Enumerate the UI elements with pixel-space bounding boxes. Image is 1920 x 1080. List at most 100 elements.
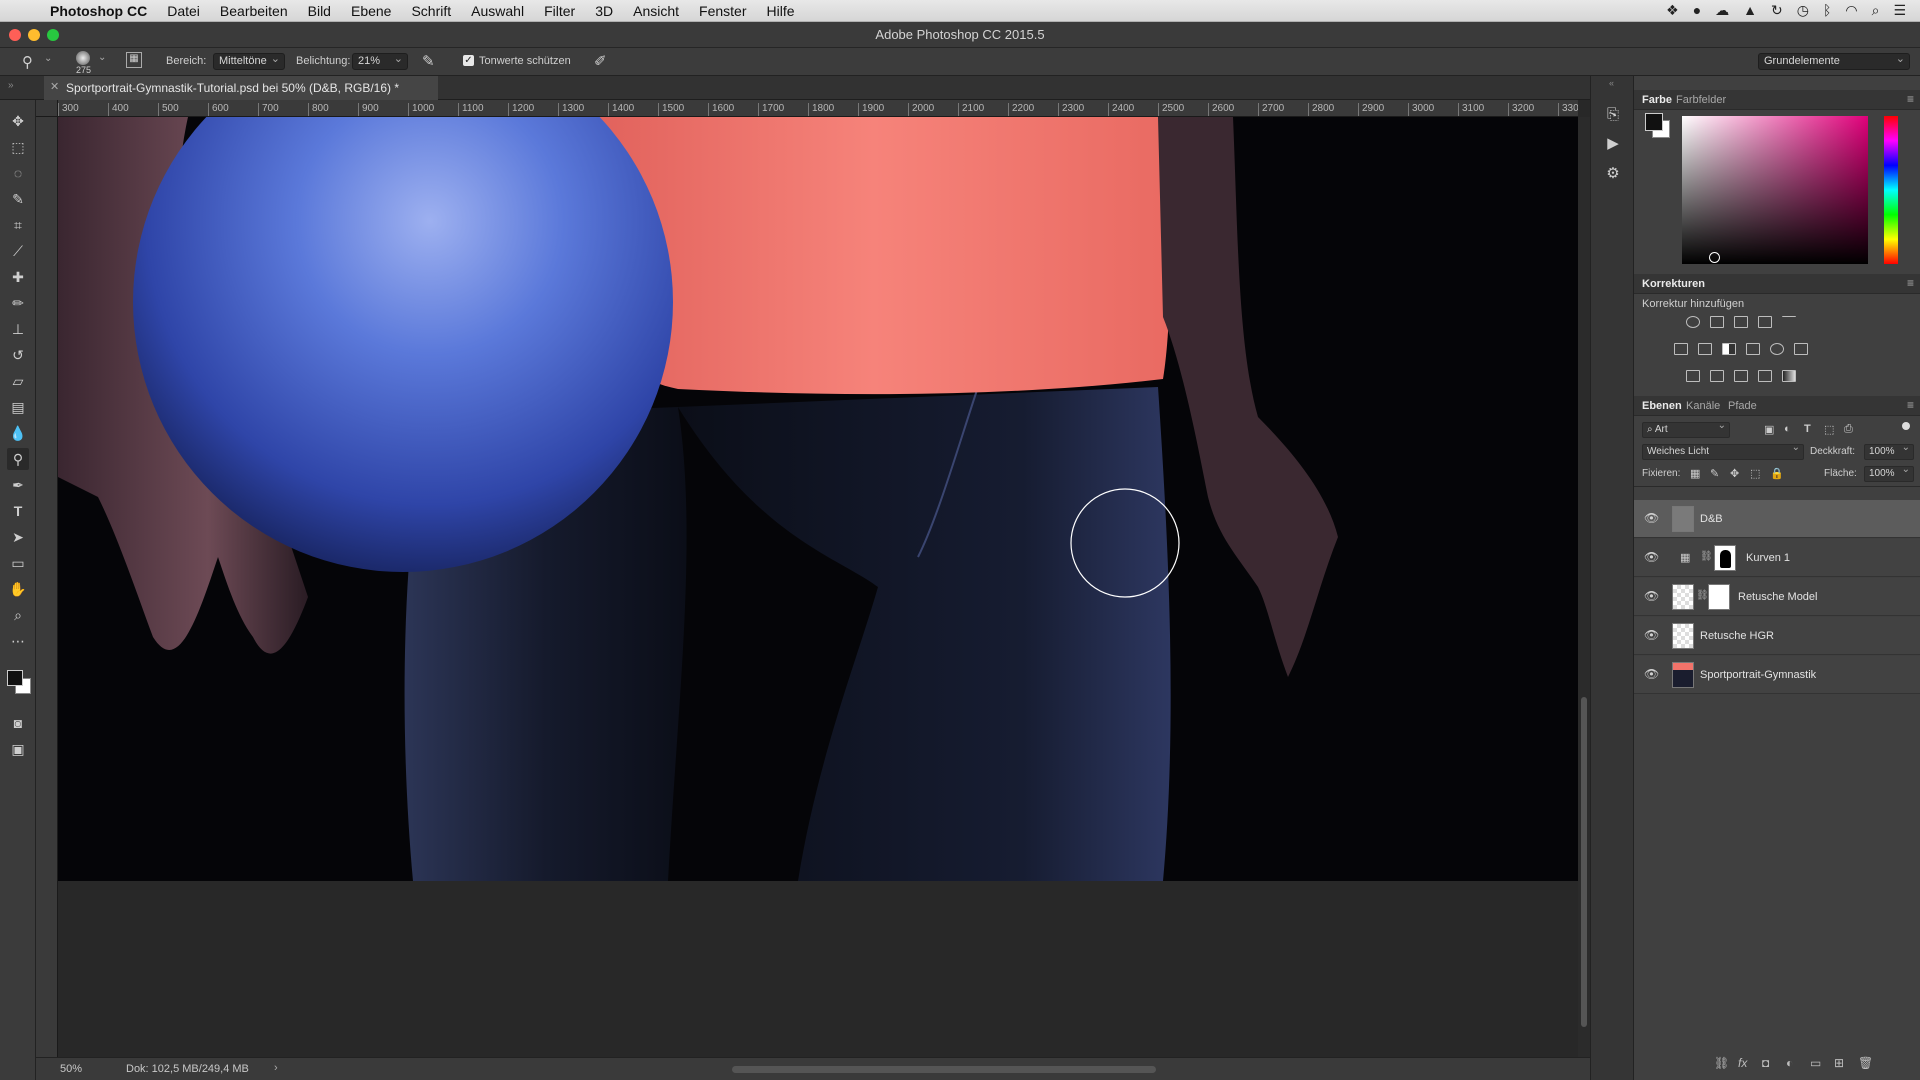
color-balance-icon[interactable]: [1698, 343, 1712, 355]
layer-row-sportportrait[interactable]: 👁 Sportportrait-Gymnastik: [1634, 656, 1920, 694]
opacity-input[interactable]: 100%: [1864, 442, 1914, 460]
filter-pixel-icon[interactable]: ▣: [1764, 423, 1774, 436]
hue-saturation-icon[interactable]: [1674, 343, 1688, 355]
layer-style-fx-icon[interactable]: fx: [1738, 1056, 1747, 1070]
menu-3d[interactable]: 3D: [585, 3, 623, 19]
levels-icon[interactable]: [1710, 316, 1724, 328]
fill-input[interactable]: 100%: [1864, 464, 1914, 482]
menu-ansicht[interactable]: Ansicht: [623, 3, 689, 19]
eyedropper-tool-icon[interactable]: ⟋: [7, 240, 29, 262]
tab-farbe[interactable]: Farbe: [1642, 94, 1672, 106]
workspace-select[interactable]: Grundelemente: [1758, 52, 1910, 70]
menu-bild[interactable]: Bild: [298, 3, 341, 19]
panel-menu-icon[interactable]: ≡: [1907, 276, 1914, 290]
color-picker-marker[interactable]: [1709, 252, 1720, 263]
lasso-tool-icon[interactable]: ◌: [7, 162, 29, 184]
lock-all-icon[interactable]: 🔒: [1770, 467, 1784, 480]
pen-tool-icon[interactable]: ✒: [7, 474, 29, 496]
menu-filter[interactable]: Filter: [534, 3, 585, 19]
menu-bearbeiten[interactable]: Bearbeiten: [210, 3, 298, 19]
blur-tool-icon[interactable]: 💧: [7, 422, 29, 444]
link-layers-icon[interactable]: ⛓: [1714, 1056, 1729, 1070]
color-lookup-icon[interactable]: [1794, 343, 1808, 355]
dropbox-icon[interactable]: ❖: [1666, 2, 1679, 19]
curves-icon[interactable]: [1734, 316, 1748, 328]
filter-adjustment-icon[interactable]: ◐: [1784, 423, 1791, 435]
tab-pfade[interactable]: Pfade: [1728, 400, 1757, 412]
gradient-tool-icon[interactable]: ▤: [7, 396, 29, 418]
creative-cloud-icon[interactable]: ☁: [1715, 2, 1729, 19]
healing-brush-tool-icon[interactable]: ✚: [7, 266, 29, 288]
new-group-folder-icon[interactable]: ▭: [1810, 1056, 1821, 1070]
dodge-tool-preset-icon[interactable]: ⚲: [22, 53, 33, 71]
quick-selection-tool-icon[interactable]: ✎: [7, 188, 29, 210]
adjustments-title[interactable]: Korrekturen: [1642, 278, 1705, 290]
panel-collapse-icon[interactable]: »: [8, 80, 14, 91]
eraser-tool-icon[interactable]: ▱: [7, 370, 29, 392]
layer-mask-thumbnail[interactable]: [1714, 545, 1736, 571]
properties-panel-icon[interactable]: ⚙: [1602, 164, 1624, 186]
black-white-icon[interactable]: [1722, 343, 1736, 355]
horizontal-ruler[interactable]: 300 400 500 600 700 800 900 1000 1100 1200 1300 140…: [58, 100, 1578, 117]
vertical-ruler[interactable]: [36, 117, 58, 1057]
filter-toggle-icon[interactable]: [1902, 422, 1910, 430]
lock-transparency-icon[interactable]: ▦: [1690, 467, 1700, 480]
visibility-eye-icon[interactable]: 👁: [1644, 628, 1659, 642]
document-tab[interactable]: ✕ Sportportrait-Gymnastik-Tutorial.psd b…: [44, 76, 438, 100]
filter-type-icon[interactable]: T: [1804, 423, 1811, 435]
layer-mask-thumbnail[interactable]: [1708, 584, 1730, 610]
zoom-level[interactable]: 50%: [60, 1063, 82, 1075]
color-field[interactable]: [1682, 116, 1868, 264]
dodge-tool-icon[interactable]: ⚲: [7, 448, 29, 470]
rectangle-tool-icon[interactable]: ▭: [7, 552, 29, 574]
menu-fenster[interactable]: Fenster: [689, 3, 756, 19]
visibility-eye-icon[interactable]: 👁: [1644, 589, 1659, 603]
filter-smart-object-icon[interactable]: ⎙: [1844, 423, 1853, 436]
time-machine-icon[interactable]: ◷: [1797, 2, 1809, 19]
layer-row-retusche-hgr[interactable]: 👁 Retusche HGR: [1634, 617, 1920, 655]
move-tool-icon[interactable]: ✥: [7, 110, 29, 132]
tab-farbfelder[interactable]: Farbfelder: [1676, 94, 1726, 106]
document-image[interactable]: [58, 117, 1578, 881]
visibility-eye-icon[interactable]: 👁: [1644, 667, 1659, 681]
panel-menu-icon[interactable]: ≡: [1907, 92, 1914, 106]
horizontal-scrollbar[interactable]: [732, 1066, 1156, 1073]
clone-stamp-tool-icon[interactable]: ⊥: [7, 318, 29, 340]
lock-pixels-icon[interactable]: ✎: [1710, 467, 1719, 480]
chevron-down-icon[interactable]: ⌄: [98, 52, 106, 63]
link-chain-icon[interactable]: ⛓: [1696, 590, 1709, 601]
photo-filter-icon[interactable]: [1746, 343, 1760, 355]
delete-layer-trash-icon[interactable]: 🗑: [1858, 1056, 1873, 1070]
path-selection-tool-icon[interactable]: ➤: [7, 526, 29, 548]
brush-tool-icon[interactable]: ✏: [7, 292, 29, 314]
brightness-contrast-icon[interactable]: [1686, 316, 1700, 328]
canvas-area[interactable]: [58, 117, 1578, 1057]
selective-color-icon[interactable]: [1758, 370, 1772, 382]
menu-datei[interactable]: Datei: [157, 3, 210, 19]
exposure-icon[interactable]: [1758, 316, 1772, 328]
notification-center-icon[interactable]: ☰: [1893, 2, 1906, 19]
screen-mode-icon[interactable]: ▣: [7, 738, 29, 760]
menu-hilfe[interactable]: Hilfe: [757, 3, 805, 19]
tab-kanaele[interactable]: Kanäle: [1686, 400, 1720, 412]
menu-auswahl[interactable]: Auswahl: [461, 3, 534, 19]
layer-row-kurven-1[interactable]: 👁 ▦ ⛓ Kurven 1: [1634, 539, 1920, 577]
add-mask-icon[interactable]: ◘: [1762, 1056, 1769, 1070]
range-select[interactable]: Mitteltöne: [213, 52, 285, 70]
new-layer-icon[interactable]: ⊞: [1834, 1056, 1844, 1070]
actions-play-icon[interactable]: ▶: [1602, 134, 1624, 156]
menu-app[interactable]: Photoshop CC: [40, 3, 157, 19]
exposure-input[interactable]: 21%: [352, 52, 408, 70]
menu-ebene[interactable]: Ebene: [341, 3, 401, 19]
type-tool-icon[interactable]: T: [7, 500, 29, 522]
color-fg-swatch[interactable]: [1645, 113, 1663, 131]
quick-mask-icon[interactable]: ◙: [7, 712, 29, 734]
history-panel-icon[interactable]: ⎘: [1602, 106, 1624, 128]
menu-schrift[interactable]: Schrift: [401, 3, 461, 19]
invert-icon[interactable]: [1686, 370, 1700, 382]
posterize-icon[interactable]: [1710, 370, 1724, 382]
chevron-right-icon[interactable]: ›: [274, 1062, 278, 1074]
record-icon[interactable]: ●: [1693, 2, 1701, 19]
visibility-eye-icon[interactable]: 👁: [1644, 550, 1659, 564]
crop-tool-icon[interactable]: ⌗: [7, 214, 29, 236]
